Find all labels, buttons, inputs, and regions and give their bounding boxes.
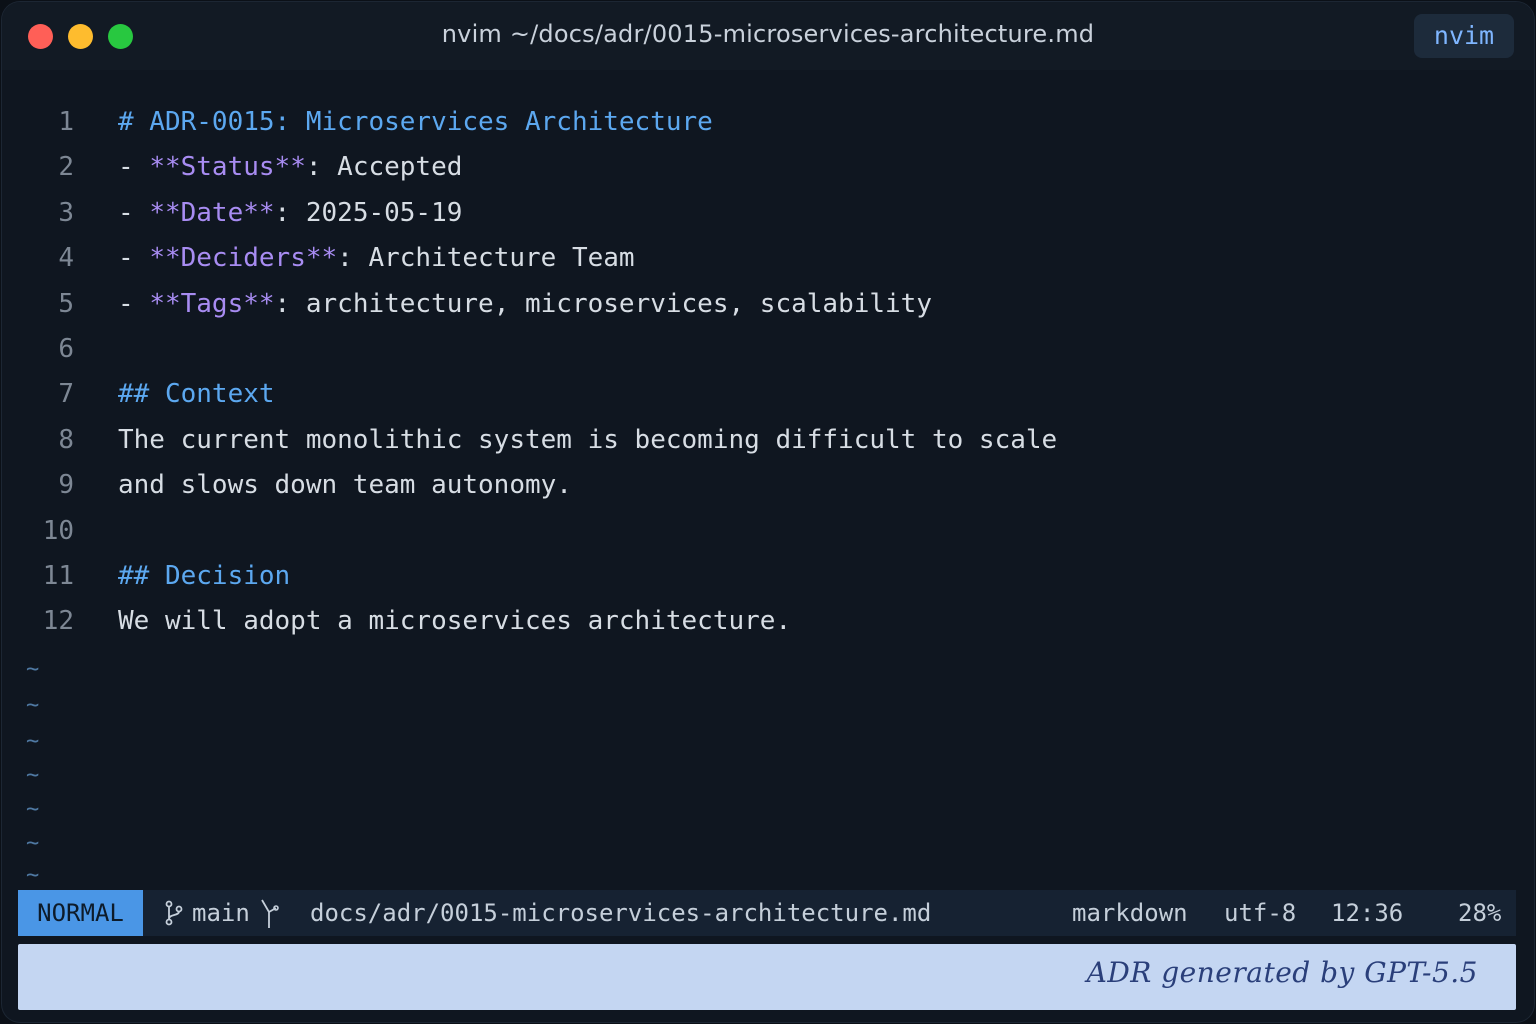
text-segment: : Architecture Team (337, 243, 635, 274)
text-segment: : 2025-05-19 (274, 197, 463, 228)
app-badge[interactable]: nvim (1414, 14, 1514, 58)
scroll-percent: 28% (1458, 899, 1502, 927)
line-number: 5 (58, 288, 74, 319)
text-segment: - (118, 152, 150, 183)
line-number: 7 (58, 379, 74, 410)
text-segment: - (118, 288, 150, 319)
text-segment: - (118, 197, 150, 228)
encoding: utf-8 (1224, 899, 1297, 927)
code-line[interactable]: 4 - **Deciders**: Architecture Team (2, 236, 1534, 281)
empty-line-tilde: ~ (26, 831, 40, 856)
line-number: 9 (58, 470, 74, 501)
line-text: - **Status**: Accepted (118, 145, 462, 190)
line-text: ## Decision (118, 554, 290, 599)
bold-key: **Status** (149, 152, 306, 183)
bold-key: **Date** (149, 197, 275, 228)
terminal-window: nvim ~/docs/adr/0015-microservices-archi… (2, 2, 1534, 1022)
line-number: 8 (58, 424, 74, 455)
bold-key: **Deciders** (149, 243, 338, 274)
line-text: ## Context (118, 372, 275, 417)
line-number: 3 (58, 197, 74, 228)
code-line[interactable]: 5 - **Tags**: architecture, microservices… (2, 282, 1534, 327)
code-line[interactable]: 10 (2, 509, 1534, 554)
file-path: docs/adr/0015-microservices-architecture… (310, 899, 932, 927)
empty-line-tilde: ~ (26, 797, 40, 822)
line-text: We will adopt a microservices architectu… (118, 599, 791, 644)
mode-indicator: NORMAL (18, 890, 143, 936)
markdown-heading: ## Decision (118, 561, 291, 591)
text-segment: The current monolithic system is becomin… (118, 424, 1058, 455)
empty-line-tilde: ~ (26, 863, 40, 888)
text-segment: and slows down team autonomy. (118, 470, 572, 501)
line-text: - **Date**: 2025-05-19 (118, 191, 462, 236)
empty-line-tilde: ~ (26, 763, 40, 788)
filetype: markdown (1072, 899, 1188, 927)
code-line[interactable]: 1 # ADR-0015: Microservices Architecture (2, 100, 1534, 145)
code-line[interactable]: 6 (2, 327, 1534, 372)
code-line[interactable]: 3 - **Date**: 2025-05-19 (2, 191, 1534, 236)
line-number: 11 (42, 561, 74, 591)
bold-key: **Tags** (149, 288, 275, 319)
line-number: 4 (58, 243, 74, 274)
text-segment: : architecture, microservices, scalabili… (274, 288, 932, 319)
markdown-heading: # ADR-0015: Microservices Architecture (118, 107, 713, 137)
git-branch-icon (165, 900, 183, 926)
code-line[interactable]: 11 ## Decision (2, 554, 1534, 599)
code-line[interactable]: 8 The current monolithic system is becomi… (2, 418, 1534, 463)
line-number: 10 (42, 515, 74, 546)
code-line[interactable]: 12 We will adopt a microservices architec… (2, 599, 1534, 644)
text-segment: : Accepted (305, 152, 463, 183)
line-text: The current monolithic system is becomin… (118, 418, 1057, 463)
empty-line-tilde: ~ (26, 657, 40, 682)
window-title: nvim ~/docs/adr/0015-microservices-archi… (441, 20, 1095, 48)
markdown-heading: ## Context (118, 379, 275, 410)
empty-line-tilde: ~ (26, 729, 40, 754)
line-text: - **Tags**: architecture, microservices,… (118, 282, 932, 327)
signature-text: ADR generated by GPT-5.5 (1086, 956, 1478, 989)
code-line[interactable]: 9 and slows down team autonomy. (2, 463, 1534, 508)
command-line[interactable]: ADR generated by GPT-5.5 (18, 944, 1516, 1010)
editor-buffer[interactable]: 1 # ADR-0015: Microservices Architecture 2… (2, 70, 1534, 890)
line-text: and slows down team autonomy. (118, 463, 572, 508)
code-line[interactable]: 7 ## Context (2, 372, 1534, 417)
text-segment: We will adopt a microservices architectu… (118, 606, 792, 637)
title-bar: nvim ~/docs/adr/0015-microservices-archi… (2, 2, 1534, 71)
line-number: 1 (58, 107, 74, 137)
git-branch-name: main (192, 899, 250, 927)
line-text: - **Deciders**: Architecture Team (118, 236, 635, 281)
text-segment: - (118, 243, 150, 274)
line-number: 12 (42, 606, 74, 637)
empty-line-tilde: ~ (26, 693, 40, 718)
cursor-position: 12:36 (1331, 899, 1404, 927)
line-text: # ADR-0015: Microservices Architecture (118, 100, 713, 145)
code-line[interactable]: 2 - **Status**: Accepted (2, 145, 1534, 190)
branch-separator-icon (261, 899, 279, 928)
line-number: 2 (58, 152, 74, 183)
line-number: 6 (58, 334, 74, 364)
status-line: NORMAL main docs/adr/0015-microservices-… (18, 890, 1516, 936)
